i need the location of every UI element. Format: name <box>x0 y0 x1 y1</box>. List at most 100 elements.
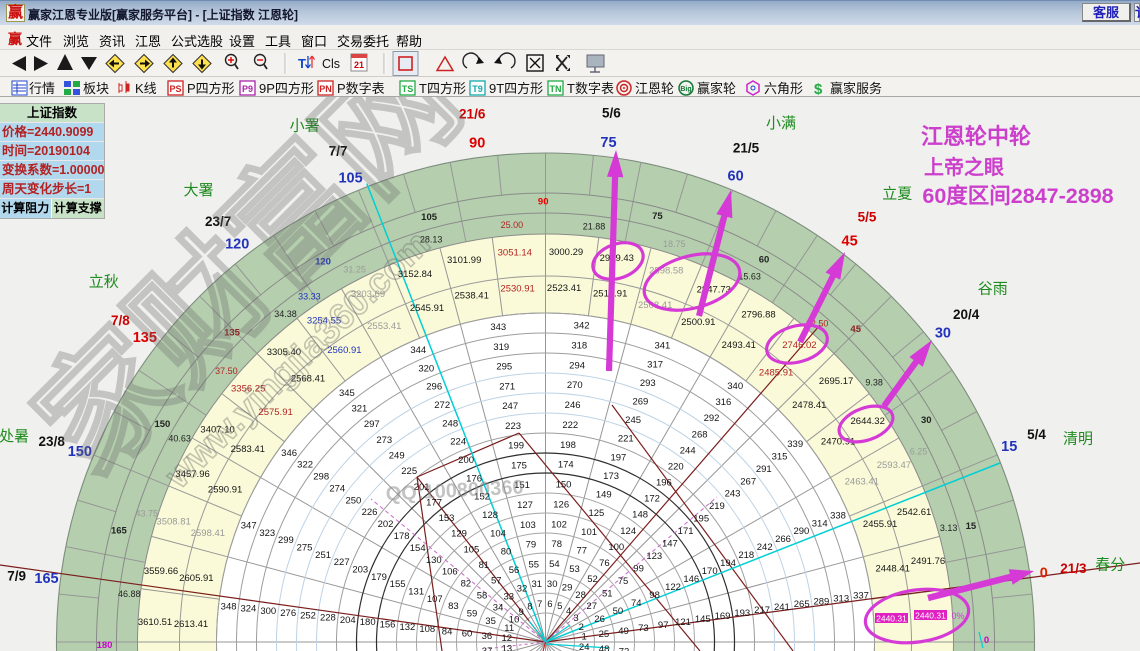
svg-text:82: 82 <box>461 579 472 590</box>
svg-text:90: 90 <box>538 197 549 208</box>
svg-text:245: 245 <box>625 415 641 426</box>
svg-text:3559.66: 3559.66 <box>144 566 178 577</box>
svg-text:3610.51: 3610.51 <box>138 617 172 628</box>
svg-text:250: 250 <box>345 495 361 506</box>
svg-text:165: 165 <box>34 571 58 587</box>
svg-text:2538.41: 2538.41 <box>455 290 489 301</box>
svg-text:赢家轮: 赢家轮 <box>697 81 736 96</box>
svg-text:K线: K线 <box>135 81 157 96</box>
svg-text:3101.99: 3101.99 <box>447 255 481 266</box>
svg-text:8: 8 <box>527 602 532 613</box>
svg-text:124: 124 <box>620 526 636 537</box>
svg-text:28: 28 <box>575 590 586 601</box>
svg-text:344: 344 <box>410 345 426 356</box>
svg-text:338: 338 <box>830 510 846 521</box>
svg-text:297: 297 <box>364 419 380 430</box>
svg-text:2695.17: 2695.17 <box>819 376 853 387</box>
svg-text:2796.88: 2796.88 <box>741 310 775 321</box>
svg-text:203: 203 <box>352 565 368 576</box>
svg-text:339: 339 <box>787 439 803 450</box>
svg-text:六角形: 六角形 <box>764 81 803 96</box>
svg-text:148: 148 <box>632 510 648 521</box>
svg-text:2598.41: 2598.41 <box>191 528 225 539</box>
svg-text:246: 246 <box>565 400 581 411</box>
svg-text:6.25: 6.25 <box>910 447 928 457</box>
svg-text:99: 99 <box>633 563 644 574</box>
svg-text:TN: TN <box>550 84 562 94</box>
svg-text:341: 341 <box>654 341 670 352</box>
svg-text:2590.91: 2590.91 <box>208 485 242 496</box>
svg-text:105: 105 <box>463 544 479 555</box>
svg-text:2644.32: 2644.32 <box>851 416 885 427</box>
svg-text:行情: 行情 <box>29 81 55 96</box>
svg-text:3508.81: 3508.81 <box>156 517 190 528</box>
svg-text:324: 324 <box>240 604 256 615</box>
svg-text:60: 60 <box>728 168 744 184</box>
svg-text:340: 340 <box>727 381 743 392</box>
svg-text:PS: PS <box>169 84 181 94</box>
svg-text:3.13: 3.13 <box>940 523 958 533</box>
svg-text:51: 51 <box>602 588 613 599</box>
svg-text:107: 107 <box>427 594 443 605</box>
svg-text:52: 52 <box>587 574 598 585</box>
svg-text:53: 53 <box>569 564 580 575</box>
svg-text:15: 15 <box>1001 439 1017 455</box>
svg-text:谷雨: 谷雨 <box>978 281 1008 298</box>
svg-text:26: 26 <box>594 614 605 625</box>
svg-text:84: 84 <box>442 626 453 637</box>
svg-text:228: 228 <box>320 613 336 624</box>
svg-text:316: 316 <box>715 397 731 408</box>
svg-text:2545.91: 2545.91 <box>410 303 444 314</box>
svg-text:290: 290 <box>793 526 809 537</box>
svg-text:43.75: 43.75 <box>136 509 159 519</box>
svg-text:79: 79 <box>526 540 537 551</box>
svg-text:P数字表: P数字表 <box>337 81 385 96</box>
svg-text:2593.47: 2593.47 <box>877 460 911 471</box>
svg-text:104: 104 <box>490 528 506 539</box>
svg-text:春分: 春分 <box>1095 557 1125 574</box>
svg-text:32: 32 <box>517 583 528 594</box>
svg-text:59: 59 <box>467 609 478 620</box>
svg-text:57: 57 <box>491 576 502 587</box>
svg-text:171: 171 <box>678 526 694 537</box>
svg-text:30: 30 <box>547 579 558 590</box>
svg-text:126: 126 <box>553 499 569 510</box>
svg-text:55: 55 <box>529 559 540 570</box>
svg-text:30: 30 <box>935 326 951 342</box>
svg-text:58: 58 <box>477 591 488 602</box>
svg-text:7/9: 7/9 <box>7 569 26 584</box>
svg-text:20/4: 20/4 <box>953 307 980 322</box>
svg-text:313: 313 <box>833 593 849 604</box>
svg-text:196: 196 <box>656 478 672 489</box>
svg-text:2493.41: 2493.41 <box>722 340 756 351</box>
svg-text:0: 0 <box>1040 566 1048 582</box>
svg-text:243: 243 <box>725 489 741 500</box>
svg-text:226: 226 <box>362 507 378 518</box>
svg-text:222: 222 <box>562 420 578 431</box>
svg-text:2463.41: 2463.41 <box>845 476 879 487</box>
svg-text:129: 129 <box>451 529 467 540</box>
svg-text:9T四方形: 9T四方形 <box>489 81 543 96</box>
svg-text:348: 348 <box>221 601 237 612</box>
svg-text:178: 178 <box>394 531 410 542</box>
svg-text:320: 320 <box>418 363 434 374</box>
svg-text:266: 266 <box>775 534 791 545</box>
svg-text:122: 122 <box>665 582 681 593</box>
svg-text:153: 153 <box>439 513 455 524</box>
svg-text:314: 314 <box>812 518 828 529</box>
svg-text:27: 27 <box>586 601 597 612</box>
svg-text:195: 195 <box>693 514 709 525</box>
svg-text:156: 156 <box>380 620 396 631</box>
svg-text:220: 220 <box>668 462 684 473</box>
svg-text:9P四方形: 9P四方形 <box>259 81 314 96</box>
svg-text:2949.43: 2949.43 <box>600 253 634 264</box>
svg-text:294: 294 <box>569 360 585 371</box>
svg-text:146: 146 <box>683 574 699 585</box>
svg-text:97: 97 <box>658 620 669 631</box>
svg-text:T四方形: T四方形 <box>419 81 466 96</box>
svg-text:21/5: 21/5 <box>733 141 760 156</box>
svg-text:202: 202 <box>378 519 394 530</box>
svg-text:2440.31: 2440.31 <box>915 611 946 621</box>
svg-text:249: 249 <box>389 451 405 462</box>
svg-text:319: 319 <box>493 342 509 353</box>
